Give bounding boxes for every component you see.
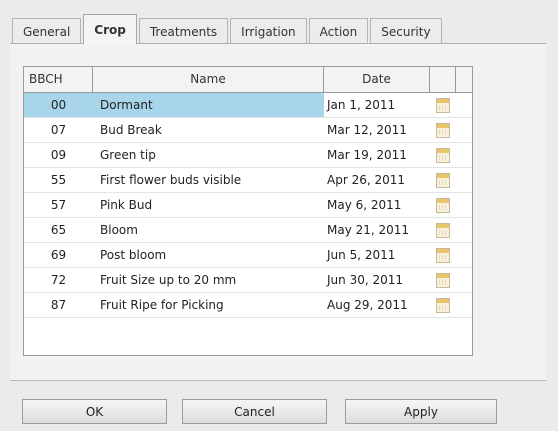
row-spacer <box>456 93 472 117</box>
date-picker-cell <box>430 93 456 117</box>
calendar-icon[interactable] <box>436 122 450 138</box>
tab-crop[interactable]: Crop <box>83 14 137 44</box>
column-header-date[interactable]: Date <box>324 67 430 92</box>
table-row[interactable]: 07 Bud Break Mar 12, 2011 <box>24 118 472 143</box>
date-cell[interactable]: Apr 26, 2011 <box>324 168 430 192</box>
date-picker-cell <box>430 118 456 142</box>
bbch-code-cell[interactable]: 57 <box>24 193 93 217</box>
bbch-code-cell[interactable]: 69 <box>24 243 93 267</box>
date-picker-cell <box>430 143 456 167</box>
date-picker-cell <box>430 168 456 192</box>
table-row[interactable]: 00 Dormant Jan 1, 2011 <box>24 93 472 118</box>
date-picker-cell <box>430 193 456 217</box>
calendar-icon[interactable] <box>436 272 450 288</box>
tab-action[interactable]: Action <box>308 18 369 44</box>
column-header-name[interactable]: Name <box>93 67 324 92</box>
table-row[interactable]: 65 Bloom May 21, 2011 <box>24 218 472 243</box>
row-spacer <box>456 118 472 142</box>
table-row[interactable]: 87 Fruit Ripe for Picking Aug 29, 2011 <box>24 293 472 318</box>
apply-button[interactable]: Apply <box>345 399 497 424</box>
bbch-code-cell[interactable]: 87 <box>24 293 93 317</box>
bbch-code-cell[interactable]: 65 <box>24 218 93 242</box>
calendar-icon[interactable] <box>436 222 450 238</box>
stage-name-cell[interactable]: Fruit Size up to 20 mm <box>93 268 324 292</box>
row-spacer <box>456 168 472 192</box>
calendar-icon[interactable] <box>436 97 450 113</box>
table-row[interactable]: 72 Fruit Size up to 20 mm Jun 30, 2011 <box>24 268 472 293</box>
date-picker-cell <box>430 293 456 317</box>
stage-name-cell[interactable]: Post bloom <box>93 243 324 267</box>
tab-general[interactable]: General <box>12 18 82 44</box>
calendar-icon[interactable] <box>436 147 450 163</box>
row-spacer <box>456 243 472 267</box>
column-header-bbch[interactable]: BBCH <box>24 67 93 92</box>
cancel-button[interactable]: Cancel <box>182 399 327 424</box>
row-spacer <box>456 293 472 317</box>
date-cell[interactable]: May 6, 2011 <box>324 193 430 217</box>
row-spacer <box>456 193 472 217</box>
date-picker-cell <box>430 243 456 267</box>
date-picker-cell <box>430 218 456 242</box>
table-row[interactable]: 57 Pink Bud May 6, 2011 <box>24 193 472 218</box>
date-cell[interactable]: Jan 1, 2011 <box>324 93 430 117</box>
date-cell[interactable]: Mar 12, 2011 <box>324 118 430 142</box>
stage-name-cell[interactable]: Green tip <box>93 143 324 167</box>
stage-name-cell[interactable]: Bud Break <box>93 118 324 142</box>
date-cell[interactable]: Jun 30, 2011 <box>324 268 430 292</box>
ok-button[interactable]: OK <box>22 399 167 424</box>
table-header: BBCH Name Date <box>24 67 472 93</box>
table-row[interactable]: 55 First flower buds visible Apr 26, 2011 <box>24 168 472 193</box>
crop-stages-table: BBCH Name Date 00 Dormant Jan 1, 2011 07 Bud… <box>23 66 473 356</box>
crop-panel: BBCH Name Date 00 Dormant Jan 1, 2011 07 Bud… <box>10 43 546 381</box>
bbch-code-cell[interactable]: 09 <box>24 143 93 167</box>
bbch-code-cell[interactable]: 07 <box>24 118 93 142</box>
table-row[interactable]: 69 Post bloom Jun 5, 2011 <box>24 243 472 268</box>
bbch-code-cell[interactable]: 00 <box>24 93 93 117</box>
stage-name-cell[interactable]: Pink Bud <box>93 193 324 217</box>
calendar-icon[interactable] <box>436 197 450 213</box>
calendar-icon[interactable] <box>436 247 450 263</box>
bbch-code-cell[interactable]: 72 <box>24 268 93 292</box>
row-spacer <box>456 143 472 167</box>
calendar-icon[interactable] <box>436 172 450 188</box>
tab-irrigation[interactable]: Irrigation <box>230 18 307 44</box>
date-cell[interactable]: Mar 19, 2011 <box>324 143 430 167</box>
date-picker-cell <box>430 268 456 292</box>
date-cell[interactable]: Aug 29, 2011 <box>324 293 430 317</box>
stage-name-cell[interactable]: First flower buds visible <box>93 168 324 192</box>
tab-bar: General Crop Treatments Irrigation Actio… <box>12 14 444 44</box>
bbch-code-cell[interactable]: 55 <box>24 168 93 192</box>
row-spacer <box>456 218 472 242</box>
stage-name-cell[interactable]: Bloom <box>93 218 324 242</box>
calendar-icon[interactable] <box>436 297 450 313</box>
table-body: 00 Dormant Jan 1, 2011 07 Bud Break Mar 12, 2… <box>24 93 472 318</box>
tab-treatments[interactable]: Treatments <box>138 18 229 44</box>
column-header-date-picker <box>430 67 456 92</box>
date-cell[interactable]: Jun 5, 2011 <box>324 243 430 267</box>
dialog-buttons: OK Cancel Apply <box>22 399 522 425</box>
date-cell[interactable]: May 21, 2011 <box>324 218 430 242</box>
tab-security[interactable]: Security <box>370 18 442 44</box>
row-spacer <box>456 268 472 292</box>
table-row[interactable]: 09 Green tip Mar 19, 2011 <box>24 143 472 168</box>
stage-name-cell[interactable]: Dormant <box>93 93 324 117</box>
stage-name-cell[interactable]: Fruit Ripe for Picking <box>93 293 324 317</box>
column-header-spacer <box>456 67 472 92</box>
